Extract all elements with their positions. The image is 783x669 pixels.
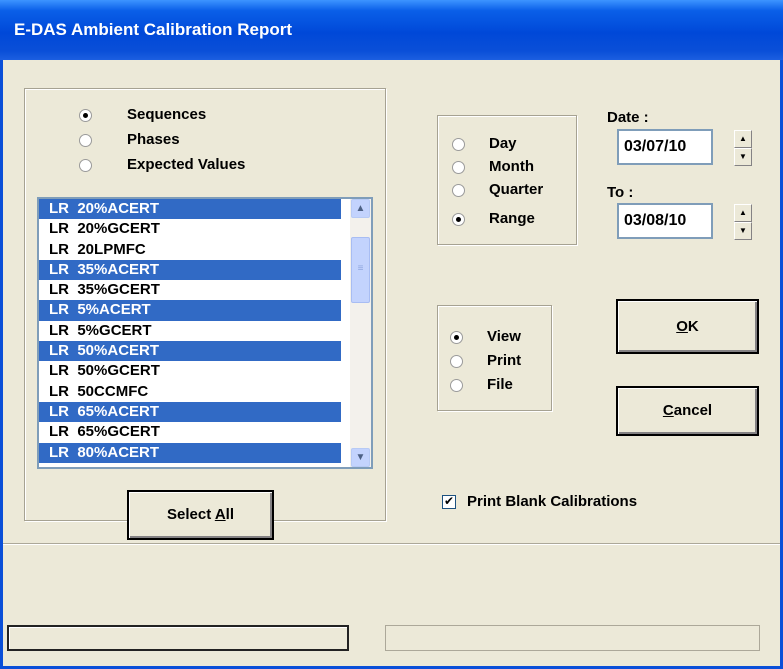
- radio-quarter[interactable]: [452, 184, 465, 197]
- end-date-field[interactable]: 03/08/10: [617, 203, 713, 239]
- radio-file[interactable]: [450, 379, 463, 392]
- radio-range[interactable]: [452, 213, 465, 226]
- date-label: Date :: [607, 109, 649, 126]
- window-title-bar[interactable]: E-DAS Ambient Calibration Report: [0, 0, 783, 60]
- radio-day[interactable]: [452, 138, 465, 151]
- radio-file-label[interactable]: File: [487, 376, 513, 393]
- select-all-button[interactable]: Select All: [127, 490, 274, 540]
- list-item[interactable]: LR 50%GCERT: [39, 361, 341, 381]
- start-date-field[interactable]: 03/07/10: [617, 129, 713, 165]
- list-item[interactable]: LR 5%ACERT: [39, 300, 341, 321]
- status-panel-left: [7, 625, 349, 651]
- radio-expected-values-label[interactable]: Expected Values: [127, 156, 245, 173]
- list-item[interactable]: LR 50CCMFC: [39, 382, 341, 402]
- radio-day-label[interactable]: Day: [489, 135, 517, 152]
- radio-phases[interactable]: [79, 134, 92, 147]
- list-item[interactable]: LR 35%GCERT: [39, 280, 341, 300]
- spin-up-arrow-icon[interactable]: ▲: [734, 130, 752, 148]
- list-scrollbar[interactable]: ▲ ≡ ▼: [350, 199, 371, 467]
- scroll-thumb[interactable]: ≡: [351, 237, 370, 303]
- radio-phases-label[interactable]: Phases: [127, 131, 180, 148]
- list-item[interactable]: LR 20%GCERT: [39, 219, 341, 239]
- radio-view-label[interactable]: View: [487, 328, 521, 345]
- radio-quarter-label[interactable]: Quarter: [489, 181, 543, 198]
- status-panel-right: [385, 625, 760, 651]
- radio-expected-values[interactable]: [79, 159, 92, 172]
- check-mark-icon: ✔: [443, 494, 455, 508]
- list-item[interactable]: LR 80%ACERT: [39, 442, 341, 463]
- list-item[interactable]: LR 20LPMFC: [39, 240, 341, 260]
- ok-button[interactable]: OK: [616, 299, 759, 354]
- list-item[interactable]: LR 20%ACERT: [39, 199, 341, 220]
- print-blank-label[interactable]: Print Blank Calibrations: [467, 493, 637, 510]
- list-item[interactable]: LR 65%GCERT: [39, 422, 341, 442]
- radio-month-label[interactable]: Month: [489, 158, 534, 175]
- list-item[interactable]: LR 65%ACERT: [39, 401, 341, 423]
- print-blank-checkbox[interactable]: ✔: [442, 495, 456, 509]
- spin-up-arrow-icon[interactable]: ▲: [734, 204, 752, 222]
- radio-print[interactable]: [450, 355, 463, 368]
- sequence-listbox[interactable]: LR 20%ACERT LR 20%GCERT LR 20LPMFC LR 35…: [37, 197, 373, 469]
- radio-sequences[interactable]: [79, 109, 92, 122]
- spin-down-arrow-icon[interactable]: ▼: [734, 148, 752, 166]
- status-separator: [3, 543, 780, 545]
- list-item[interactable]: LR 50%ACERT: [39, 341, 341, 362]
- spin-down-arrow-icon[interactable]: ▼: [734, 222, 752, 240]
- window-title: E-DAS Ambient Calibration Report: [14, 20, 292, 39]
- radio-range-label[interactable]: Range: [489, 210, 535, 227]
- radio-print-label[interactable]: Print: [487, 352, 521, 369]
- scroll-up-arrow-icon[interactable]: ▲: [351, 199, 370, 218]
- cancel-button[interactable]: Cancel: [616, 386, 759, 436]
- to-label: To :: [607, 184, 634, 201]
- radio-month[interactable]: [452, 161, 465, 174]
- radio-view[interactable]: [450, 331, 463, 344]
- list-item[interactable]: LR 5%GCERT: [39, 321, 341, 341]
- list-item[interactable]: LR 35%ACERT: [39, 259, 341, 281]
- radio-sequences-label[interactable]: Sequences: [127, 106, 206, 123]
- scroll-down-arrow-icon[interactable]: ▼: [351, 448, 370, 467]
